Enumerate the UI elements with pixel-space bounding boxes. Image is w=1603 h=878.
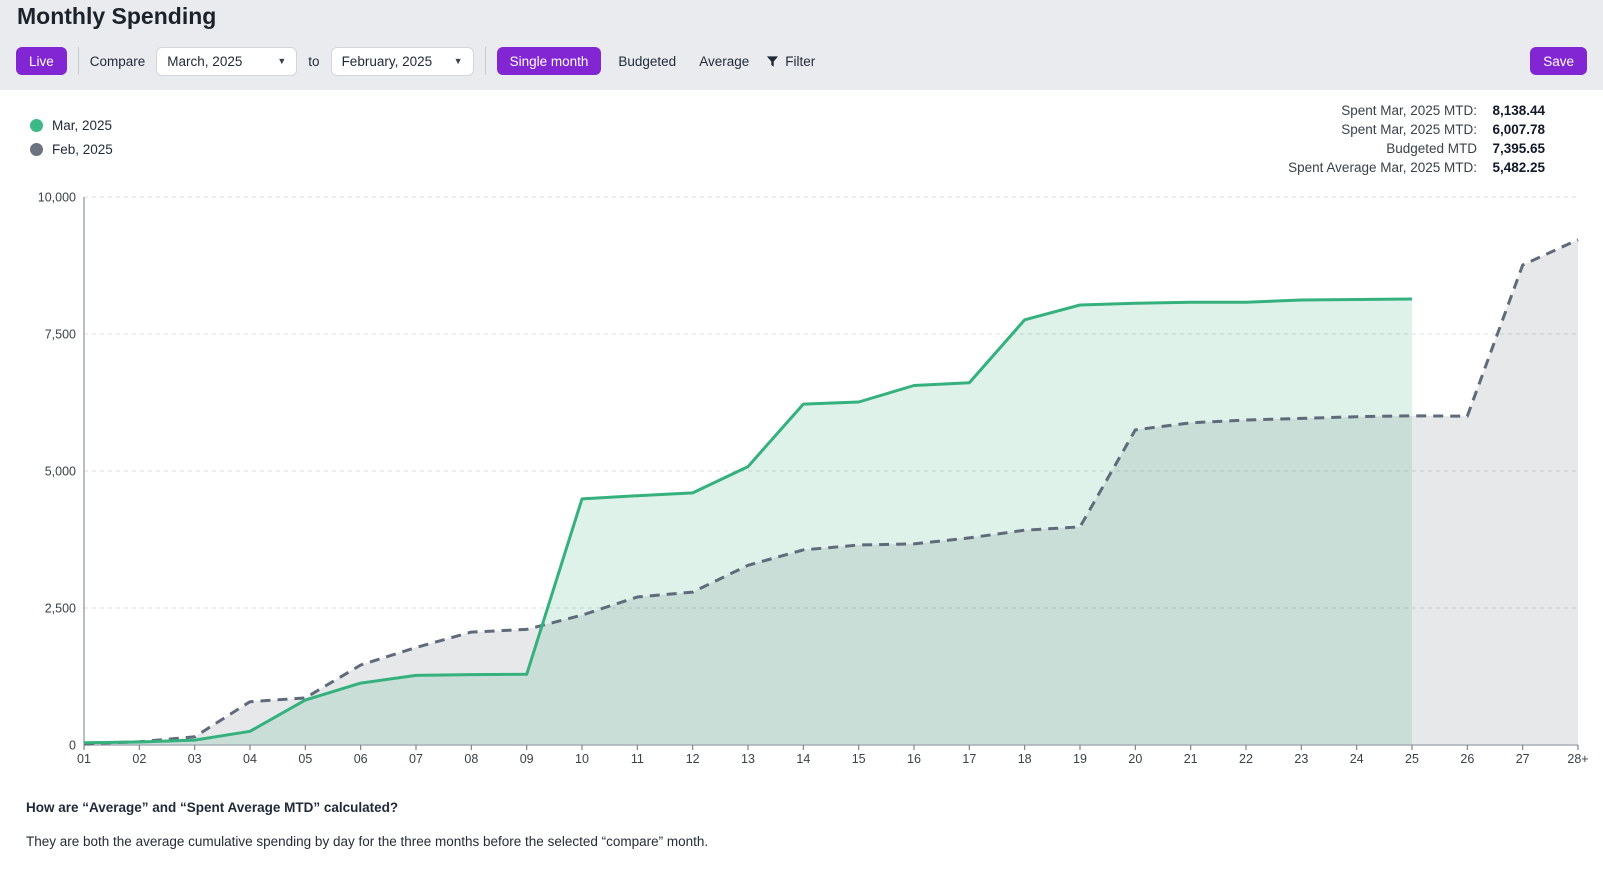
svg-text:20: 20: [1128, 752, 1142, 766]
compare-label: Compare: [90, 54, 146, 69]
page-title: Monthly Spending: [17, 3, 216, 30]
svg-text:0: 0: [69, 739, 76, 753]
toolbar-divider: [485, 47, 486, 75]
spending-chart-svg: 0 2,500 5,000 7,500 10,000 01 02 03 04 05 06 07 08 09…: [0, 90, 1603, 790]
footnote-answer: They are both the average cumulative spe…: [26, 834, 708, 849]
funnel-icon: [766, 55, 779, 68]
svg-text:24: 24: [1350, 752, 1364, 766]
svg-text:04: 04: [243, 752, 257, 766]
budgeted-button[interactable]: Budgeted: [612, 47, 682, 75]
svg-text:18: 18: [1018, 752, 1032, 766]
svg-text:06: 06: [354, 752, 368, 766]
svg-text:28+: 28+: [1567, 752, 1588, 766]
single-month-button[interactable]: Single month: [497, 47, 602, 75]
top-band: Monthly Spending Live Compare March, 202…: [0, 0, 1603, 90]
svg-text:02: 02: [132, 752, 146, 766]
svg-text:10,000: 10,000: [38, 191, 76, 205]
svg-text:2,500: 2,500: [45, 602, 76, 616]
svg-text:10: 10: [575, 752, 589, 766]
svg-text:15: 15: [852, 752, 866, 766]
svg-text:22: 22: [1239, 752, 1253, 766]
svg-text:17: 17: [962, 752, 976, 766]
svg-text:01: 01: [77, 752, 91, 766]
monthly-spending-page: Monthly Spending Live Compare March, 202…: [0, 0, 1603, 878]
chart-card: Mar, 2025 Feb, 2025 Spent Mar, 2025 MTD:…: [0, 90, 1603, 878]
compare-from-value: March, 2025: [167, 54, 242, 69]
svg-text:21: 21: [1184, 752, 1198, 766]
svg-text:23: 23: [1294, 752, 1308, 766]
svg-text:08: 08: [464, 752, 478, 766]
svg-text:13: 13: [741, 752, 755, 766]
toolbar: Live Compare March, 2025 ▼ to February, …: [16, 46, 1587, 76]
average-button[interactable]: Average: [693, 47, 755, 75]
chevron-down-icon: ▼: [277, 56, 286, 66]
svg-text:5,000: 5,000: [45, 465, 76, 479]
live-button[interactable]: Live: [16, 47, 67, 75]
filter-button[interactable]: Filter: [766, 47, 815, 75]
chevron-down-icon: ▼: [454, 56, 463, 66]
svg-text:05: 05: [298, 752, 312, 766]
svg-text:19: 19: [1073, 752, 1087, 766]
svg-text:25: 25: [1405, 752, 1419, 766]
svg-text:09: 09: [520, 752, 534, 766]
filter-button-label: Filter: [785, 54, 815, 69]
svg-text:12: 12: [686, 752, 700, 766]
svg-text:16: 16: [907, 752, 921, 766]
to-label: to: [308, 54, 319, 69]
svg-text:7,500: 7,500: [45, 328, 76, 342]
compare-to-select[interactable]: February, 2025 ▼: [331, 47, 474, 76]
svg-text:11: 11: [631, 752, 644, 766]
toolbar-divider: [78, 47, 79, 75]
svg-text:26: 26: [1460, 752, 1474, 766]
svg-text:27: 27: [1516, 752, 1530, 766]
footnote-question: How are “Average” and “Spent Average MTD…: [26, 800, 398, 815]
svg-text:03: 03: [188, 752, 202, 766]
compare-to-value: February, 2025: [342, 54, 433, 69]
svg-text:14: 14: [796, 752, 810, 766]
compare-from-select[interactable]: March, 2025 ▼: [156, 47, 297, 76]
save-button[interactable]: Save: [1530, 47, 1587, 75]
svg-text:07: 07: [409, 752, 423, 766]
